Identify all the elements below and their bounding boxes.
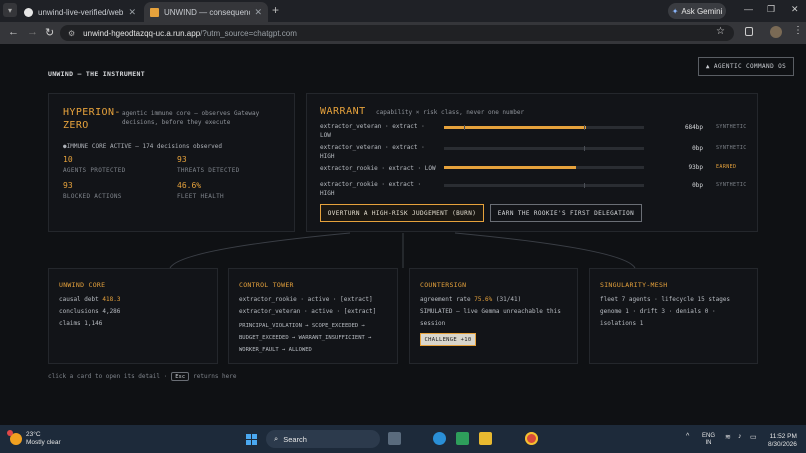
unwind-core-card[interactable]: UNWIND CORE causal debt 418.3 conclusion…: [48, 268, 218, 364]
windows-taskbar: 23°C Mostly clear ⌕ Search ^ ENG IN ≋ ♪ …: [0, 425, 806, 453]
card-title: CONTROL TOWER: [239, 281, 294, 289]
reload-icon[interactable]: ↻: [45, 26, 54, 39]
weather-temp: 23°C: [26, 431, 41, 438]
profile-avatar[interactable]: [770, 26, 782, 38]
weather-sun-icon: [7, 430, 22, 445]
speaker-icon[interactable]: ♪: [738, 433, 742, 440]
clock-date: 8/30/2026: [768, 441, 797, 448]
agent-status-line: extractor_veteran · active · [extract]: [239, 308, 377, 315]
decision-flow-line: PRINCIPAL_VIOLATION → SCOPE_EXCEEDED →: [239, 323, 365, 329]
site-info-icon[interactable]: ⚙: [68, 29, 75, 38]
browser-tab-strip: ▾ unwind-live-verified/web at m... ✕ UNW…: [0, 0, 806, 22]
navigation-hint: click a card to open its detail · Esc re…: [48, 372, 237, 381]
ask-gemini-label: Ask Gemini: [681, 6, 723, 16]
extensions-icon[interactable]: [745, 27, 753, 36]
address-bar[interactable]: ⚙ unwind-hgeodtazqq-uc.a.run.app/?utm_so…: [60, 25, 734, 41]
github-icon: [24, 7, 33, 17]
url-path: /?utm_source=chatgpt.com: [200, 28, 297, 38]
card-connector-lines: [169, 232, 636, 269]
search-icon: ⌕: [274, 434, 279, 443]
causal-debt-line: causal debt 418.3: [59, 296, 120, 303]
decision-flow-line: WORKER_FAULT → ALLOWED: [239, 347, 312, 353]
agreement-rate-fraction: (31/41): [495, 296, 522, 303]
minimize-icon[interactable]: —: [744, 4, 753, 14]
agreement-rate-line: agreement rate 75.6% (31/41): [420, 296, 521, 303]
hint-text: click a card to open its detail ·: [48, 373, 168, 380]
page-content: UNWIND — THE INSTRUMENT ▲ AGENTIC COMMAN…: [0, 44, 806, 425]
challenge-button[interactable]: CHALLENGE +10: [420, 333, 476, 346]
chrome-icon[interactable]: [525, 432, 538, 445]
tab-unwind[interactable]: UNWIND — consequence clea... ✕: [144, 2, 268, 22]
unwind-favicon-icon: [150, 7, 159, 17]
store-icon[interactable]: [456, 432, 469, 445]
tab-github[interactable]: unwind-live-verified/web at m... ✕: [18, 2, 142, 22]
forward-arrow-icon[interactable]: →: [27, 26, 38, 38]
causal-debt-label: causal debt: [59, 296, 99, 303]
ask-gemini-button[interactable]: ✦ Ask Gemini: [668, 3, 726, 19]
lang-code: ENG: [702, 433, 716, 439]
taskbar-search[interactable]: ⌕ Search: [266, 430, 380, 448]
agreement-rate-label: agreement rate: [420, 296, 471, 303]
tab-search-icon[interactable]: ▾: [3, 3, 17, 17]
causal-debt-value: 418.3: [102, 296, 121, 303]
menu-kebab-icon[interactable]: ⋮: [793, 25, 803, 36]
wifi-icon[interactable]: ≋: [725, 433, 731, 441]
restore-icon[interactable]: ❐: [767, 4, 775, 15]
gemini-sparkle-icon: ✦: [671, 6, 679, 16]
tab-title: UNWIND — consequence clea...: [164, 7, 250, 17]
battery-icon[interactable]: ▭: [750, 433, 757, 441]
conclusions-line: conclusions 4,286: [59, 308, 121, 315]
tray-chevron-up-icon[interactable]: ^: [686, 433, 689, 440]
claims-line: claims 1,146: [59, 320, 103, 327]
weather-desc: Mostly clear: [26, 439, 61, 446]
new-tab-plus-icon[interactable]: +: [272, 3, 279, 17]
weather-widget[interactable]: 23°C Mostly clear: [7, 430, 61, 447]
fleet-line: fleet 7 agents · lifecycle 15 stages: [600, 296, 731, 303]
task-view-icon[interactable]: [388, 432, 401, 445]
edge-browser-icon[interactable]: [433, 432, 446, 445]
address-toolbar: ← → ↻ ⚙ unwind-hgeodtazqq-uc.a.run.app/?…: [0, 22, 806, 44]
card-title: UNWIND CORE: [59, 281, 106, 289]
file-explorer-icon[interactable]: [479, 432, 492, 445]
close-tab-icon[interactable]: ✕: [254, 7, 262, 18]
system-clock[interactable]: 11:52 PM 8/30/2026: [768, 433, 797, 449]
close-window-icon[interactable]: ✕: [791, 4, 799, 15]
lang-region: IN: [705, 440, 712, 446]
card-title: SINGULARITY-MESH: [600, 281, 668, 289]
esc-key: Esc: [171, 372, 190, 381]
clock-time: 11:52 PM: [769, 433, 797, 440]
taskbar-search-label: Search: [283, 434, 307, 444]
agent-status-line: extractor_rookie · active · [extract]: [239, 296, 373, 303]
agreement-rate-pct: 75.6%: [474, 296, 493, 303]
close-tab-icon[interactable]: ✕: [128, 7, 136, 18]
tab-title: unwind-live-verified/web at m...: [38, 7, 124, 17]
simulated-notice-cont: session: [420, 320, 446, 327]
url-host: unwind-hgeodtazqq-uc.a.run.app: [83, 28, 201, 38]
singularity-mesh-card[interactable]: SINGULARITY-MESH fleet 7 agents · lifecy…: [589, 268, 758, 364]
card-title: COUNTERSIGN: [420, 281, 467, 289]
windows-start-icon[interactable]: [246, 434, 257, 445]
control-tower-card[interactable]: CONTROL TOWER extractor_rookie · active …: [228, 268, 398, 364]
hint-text-after: returns here: [193, 373, 237, 380]
back-arrow-icon[interactable]: ←: [8, 26, 19, 38]
simulated-notice: SIMULATED — live Gemma unreachable this: [420, 308, 561, 315]
bookmark-star-icon[interactable]: ☆: [716, 26, 725, 37]
genome-line: genome 1 · drift 3 · denials 0 ·: [600, 308, 716, 315]
countersign-card[interactable]: COUNTERSIGN agreement rate 75.6% (31/41)…: [409, 268, 578, 364]
language-indicator[interactable]: ENG IN: [702, 433, 715, 447]
isolations-line: isolations 1: [600, 320, 644, 327]
decision-flow-line: BUDGET_EXCEEDED → WARRANT_INSUFFICIENT →: [239, 335, 372, 341]
